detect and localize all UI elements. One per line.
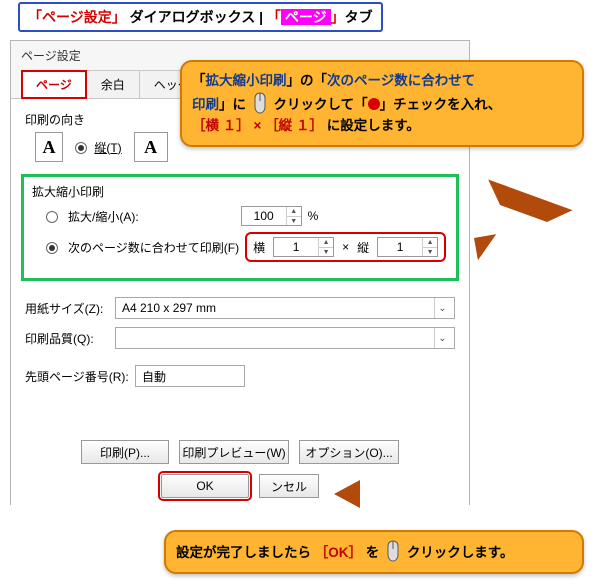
first-page-value: 自動 <box>142 368 166 385</box>
red-dot-icon <box>368 98 380 110</box>
c1-t: 「 <box>192 73 206 88</box>
zoom-label: 拡大/縮小(A): <box>68 208 139 225</box>
caption-tab-word: タブ <box>345 9 373 25</box>
spinner-buttons[interactable]: ▲▼ <box>422 238 437 256</box>
c1-t: ［縦 １］ <box>265 118 323 133</box>
spinner-buttons[interactable]: ▲▼ <box>318 238 333 256</box>
fit-height-label: 縦 <box>357 239 369 256</box>
caption-sep: | <box>259 9 267 25</box>
dialog-body: 印刷の向き A 縦(T) A 拡大縮小印刷 拡大/縮小(A): ▲▼ % <box>11 99 469 506</box>
orientation-portrait-radio[interactable]: 縦(T) <box>75 139 122 156</box>
mouse-icon <box>385 540 401 562</box>
options-button[interactable]: オプション(O)... <box>299 440 399 464</box>
fit-row: 次のページ数に合わせて印刷(F) 横 ▲▼ × 縦 ▲▼ <box>46 232 448 262</box>
c1-t: ［横 １］ <box>192 118 250 133</box>
fit-height-input[interactable] <box>378 238 422 256</box>
caption-quote-open: 「 <box>28 9 42 25</box>
spinner-down-icon[interactable]: ▼ <box>319 248 333 258</box>
fit-sep: × <box>342 240 349 254</box>
cancel-button[interactable]: ンセル <box>259 474 319 498</box>
caption-quote-close: 」 <box>112 9 126 25</box>
c1-t: × <box>254 118 262 133</box>
c1-t: 印刷 <box>192 97 219 112</box>
first-page-input[interactable]: 自動 <box>135 365 245 387</box>
tab-margins[interactable]: 余白 <box>87 70 140 99</box>
instruction-callout-1: 「拡大縮小印刷」の「次のページ数に合わせて 印刷」に クリックして「」チェックを… <box>180 60 584 147</box>
print-quality-row: 印刷品質(Q): ⌄ <box>25 327 455 349</box>
spinner-up-icon[interactable]: ▲ <box>423 238 437 248</box>
caption-tab-quote-open: 「 <box>267 9 281 25</box>
caption-dialog-word: ダイアログボックス <box>130 9 256 25</box>
fit-width-label: 横 <box>253 239 265 256</box>
zoom-radio[interactable] <box>46 209 62 223</box>
paper-size-label: 用紙サイズ(Z): <box>25 300 115 317</box>
chevron-down-icon: ⌄ <box>434 328 450 348</box>
caption-dialog-name: ページ設定 <box>42 9 112 25</box>
c1-t: 」の「 <box>287 73 328 88</box>
orientation-landscape-icon: A <box>134 132 168 162</box>
fit-width-spinner[interactable]: ▲▼ <box>273 237 334 257</box>
print-quality-label: 印刷品質(Q): <box>25 330 115 347</box>
zoom-row: 拡大/縮小(A): ▲▼ % <box>46 206 448 226</box>
radio-icon <box>75 142 87 154</box>
fit-controls-highlight: 横 ▲▼ × 縦 ▲▼ <box>245 232 446 262</box>
c2-t: します。 <box>461 545 514 560</box>
spinner-up-icon[interactable]: ▲ <box>319 238 333 248</box>
paper-size-value: A4 210 x 297 mm <box>122 301 216 315</box>
zoom-input[interactable] <box>242 207 286 225</box>
c1-t: 拡大縮小印刷 <box>206 73 287 88</box>
ok-button[interactable]: OK <box>161 474 249 498</box>
c2-t: を <box>366 545 380 560</box>
orientation-portrait-icon: A <box>35 132 63 162</box>
spinner-buttons[interactable]: ▲▼ <box>286 207 301 225</box>
spinner-down-icon[interactable]: ▼ <box>287 217 301 227</box>
spinner-up-icon[interactable]: ▲ <box>287 207 301 217</box>
c1-t: に設定します。 <box>327 118 420 133</box>
left-arrow-icon <box>320 480 360 508</box>
c1-t: クリック <box>274 97 328 112</box>
mouse-icon <box>252 92 268 114</box>
c2-t: ［OK］ <box>315 545 362 560</box>
radio-icon <box>46 211 58 223</box>
action-button-row: 印刷(P)... 印刷プレビュー(W) オプション(O)... <box>11 440 469 464</box>
print-quality-select[interactable]: ⌄ <box>115 327 455 349</box>
print-button[interactable]: 印刷(P)... <box>81 440 169 464</box>
tab-page[interactable]: ページ <box>21 70 87 99</box>
spinner-down-icon[interactable]: ▼ <box>423 248 437 258</box>
caption-tab-quote-close: 」 <box>331 9 345 25</box>
chevron-down-icon: ⌄ <box>434 298 450 318</box>
print-preview-button[interactable]: 印刷プレビュー(W) <box>179 440 289 464</box>
fit-width-input[interactable] <box>274 238 318 256</box>
c1-t: 」チェックを入れ、 <box>380 97 502 112</box>
fit-label: 次のページ数に合わせて印刷(F) <box>68 239 239 256</box>
zoom-unit: % <box>308 209 319 223</box>
radio-icon <box>46 242 58 254</box>
c1-t: 次のページ数に合わせて <box>327 73 475 88</box>
caption-tab-badge: ページ <box>281 9 331 25</box>
paper-size-select[interactable]: A4 210 x 297 mm ⌄ <box>115 297 455 319</box>
scaling-group-title: 拡大縮小印刷 <box>32 183 448 200</box>
annotation-caption: 「ページ設定」 ダイアログボックス | 「ページ」タブ <box>18 2 383 32</box>
instruction-callout-2: 設定が完了しましたら ［OK］ を クリックします。 <box>164 530 584 574</box>
c2-t: クリック <box>407 545 461 560</box>
fit-height-spinner[interactable]: ▲▼ <box>377 237 438 257</box>
c1-t: 」に <box>219 97 246 112</box>
orientation-portrait-label: 縦(T) <box>94 141 121 155</box>
ok-cancel-row: OK ンセル <box>11 474 469 498</box>
paper-size-row: 用紙サイズ(Z): A4 210 x 297 mm ⌄ <box>25 297 455 319</box>
zoom-spinner[interactable]: ▲▼ <box>241 206 302 226</box>
scaling-group: 拡大縮小印刷 拡大/縮小(A): ▲▼ % 次のページ数に合わせて印刷(F) 横 <box>21 174 459 281</box>
fit-radio[interactable] <box>46 240 62 254</box>
first-page-label: 先頭ページ番号(R): <box>25 368 135 385</box>
first-page-row: 先頭ページ番号(R): 自動 <box>25 365 455 387</box>
c2-t: 設定が完了しましたら <box>176 545 311 560</box>
c1-t: して「 <box>328 97 368 112</box>
